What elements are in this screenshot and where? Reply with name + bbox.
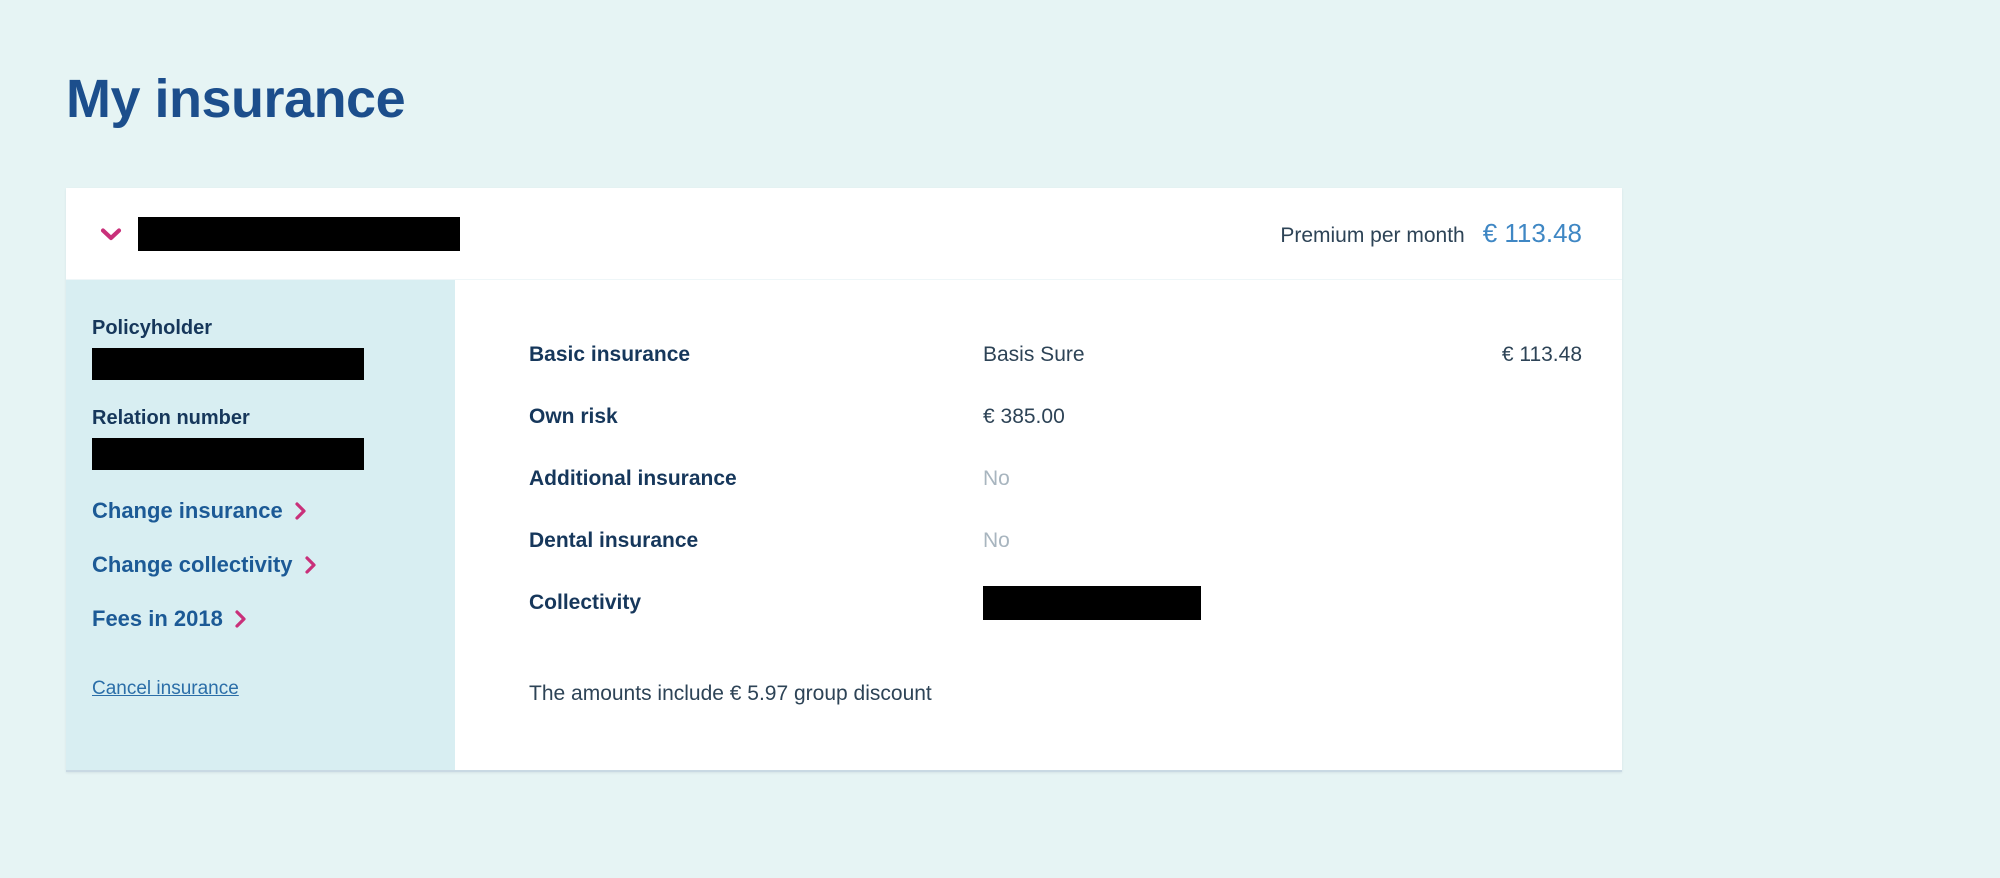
insurance-detail-panel: Basic insurance Basis Sure € 113.48 Own … bbox=[455, 280, 1622, 770]
row-value bbox=[983, 586, 1462, 620]
relation-number-label: Relation number bbox=[92, 407, 250, 429]
page-title: My insurance bbox=[66, 69, 406, 129]
sidebar-link-label: Change insurance bbox=[92, 498, 283, 523]
insurance-card: Premium per month € 113.48 Policyholder … bbox=[66, 188, 1622, 772]
row-label: Basic insurance bbox=[529, 343, 691, 366]
policyholder-value-redacted bbox=[92, 348, 364, 380]
card-body: Policyholder Relation number Change insu… bbox=[66, 280, 1622, 770]
sidebar-field-policyholder: Policyholder bbox=[92, 316, 455, 380]
sidebar-link-change-collectivity[interactable]: Change collectivity bbox=[92, 552, 318, 578]
chevron-right-icon bbox=[295, 502, 306, 520]
premium-summary: Premium per month € 113.48 bbox=[1280, 218, 1582, 249]
sidebar-link-label: Fees in 2018 bbox=[92, 606, 223, 631]
detail-row-own-risk: Own risk € 385.00 bbox=[529, 386, 1582, 448]
row-label: Collectivity bbox=[529, 591, 642, 614]
row-value: No bbox=[983, 467, 1010, 490]
row-label: Dental insurance bbox=[529, 529, 699, 552]
detail-row-additional-insurance: Additional insurance No bbox=[529, 448, 1582, 510]
detail-row-basic-insurance: Basic insurance Basis Sure € 113.48 bbox=[529, 324, 1582, 386]
detail-row-dental-insurance: Dental insurance No bbox=[529, 510, 1582, 572]
sidebar-field-relation-number: Relation number bbox=[92, 406, 455, 470]
sidebar-link-label: Change collectivity bbox=[92, 552, 293, 577]
policy-sidebar: Policyholder Relation number Change insu… bbox=[66, 280, 455, 770]
policy-name-redacted bbox=[138, 216, 460, 251]
row-amount: € 113.48 bbox=[1501, 343, 1582, 366]
collectivity-value-redacted bbox=[983, 586, 1201, 620]
row-label: Own risk bbox=[529, 405, 618, 428]
card-header[interactable]: Premium per month € 113.48 bbox=[66, 188, 1622, 280]
premium-value: € 113.48 bbox=[1482, 218, 1582, 248]
group-discount-note: The amounts include € 5.97 group discoun… bbox=[529, 682, 932, 705]
chevron-down-icon[interactable] bbox=[98, 221, 124, 247]
row-value: Basis Sure bbox=[983, 343, 1085, 366]
sidebar-link-change-insurance[interactable]: Change insurance bbox=[92, 498, 308, 524]
policyholder-label: Policyholder bbox=[92, 317, 213, 339]
row-value: No bbox=[983, 529, 1010, 552]
premium-label: Premium per month bbox=[1280, 224, 1465, 247]
row-value: € 385.00 bbox=[983, 405, 1065, 428]
sidebar-link-fees-2018[interactable]: Fees in 2018 bbox=[92, 606, 248, 632]
chevron-right-icon bbox=[235, 610, 246, 628]
row-label: Additional insurance bbox=[529, 467, 737, 490]
detail-row-collectivity: Collectivity bbox=[529, 572, 1582, 634]
chevron-right-icon bbox=[304, 556, 316, 574]
cancel-insurance-link[interactable]: Cancel insurance bbox=[92, 678, 239, 700]
relation-number-value-redacted bbox=[92, 438, 364, 470]
page-root: My insurance Premium per month € 113.48 … bbox=[0, 0, 2000, 878]
